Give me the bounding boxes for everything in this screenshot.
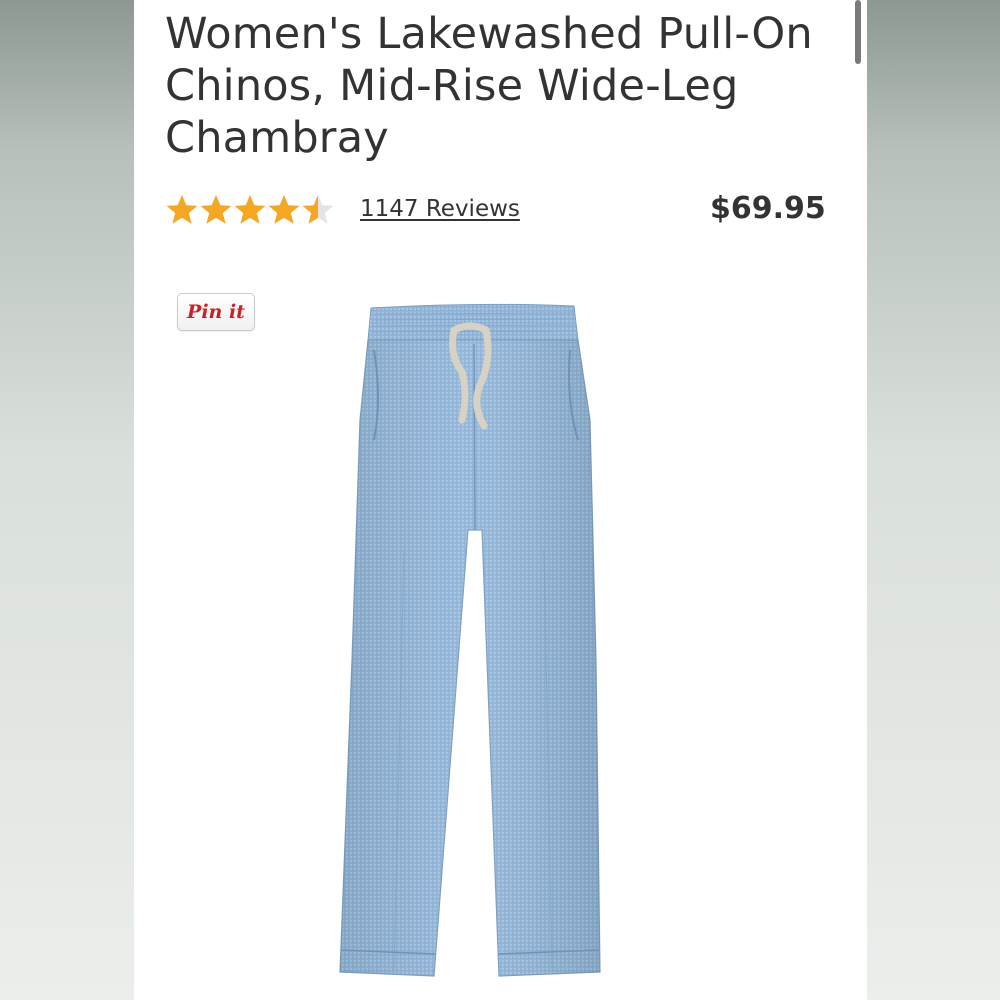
star-full-icon [200, 195, 232, 224]
pin-it-button[interactable]: Pin it [177, 293, 255, 331]
star-rating[interactable] [165, 190, 335, 230]
background-left [0, 0, 134, 1000]
scrollbar-thumb[interactable] [855, 0, 861, 64]
product-title: Women's Lakewashed Pull-On Chinos, Mid-R… [165, 9, 813, 163]
star-full-icon [234, 195, 266, 224]
product-image [339, 303, 601, 977]
background-right [867, 0, 1000, 1000]
star-full-icon [268, 195, 300, 224]
rating-row: 1147 Reviews $69.95 [165, 190, 826, 230]
star-half-icon [302, 195, 334, 224]
product-price: $69.95 [710, 191, 826, 226]
product-page: Women's Lakewashed Pull-On Chinos, Mid-R… [134, 0, 867, 1000]
star-full-icon [166, 195, 198, 224]
reviews-link[interactable]: 1147 Reviews [360, 196, 520, 222]
